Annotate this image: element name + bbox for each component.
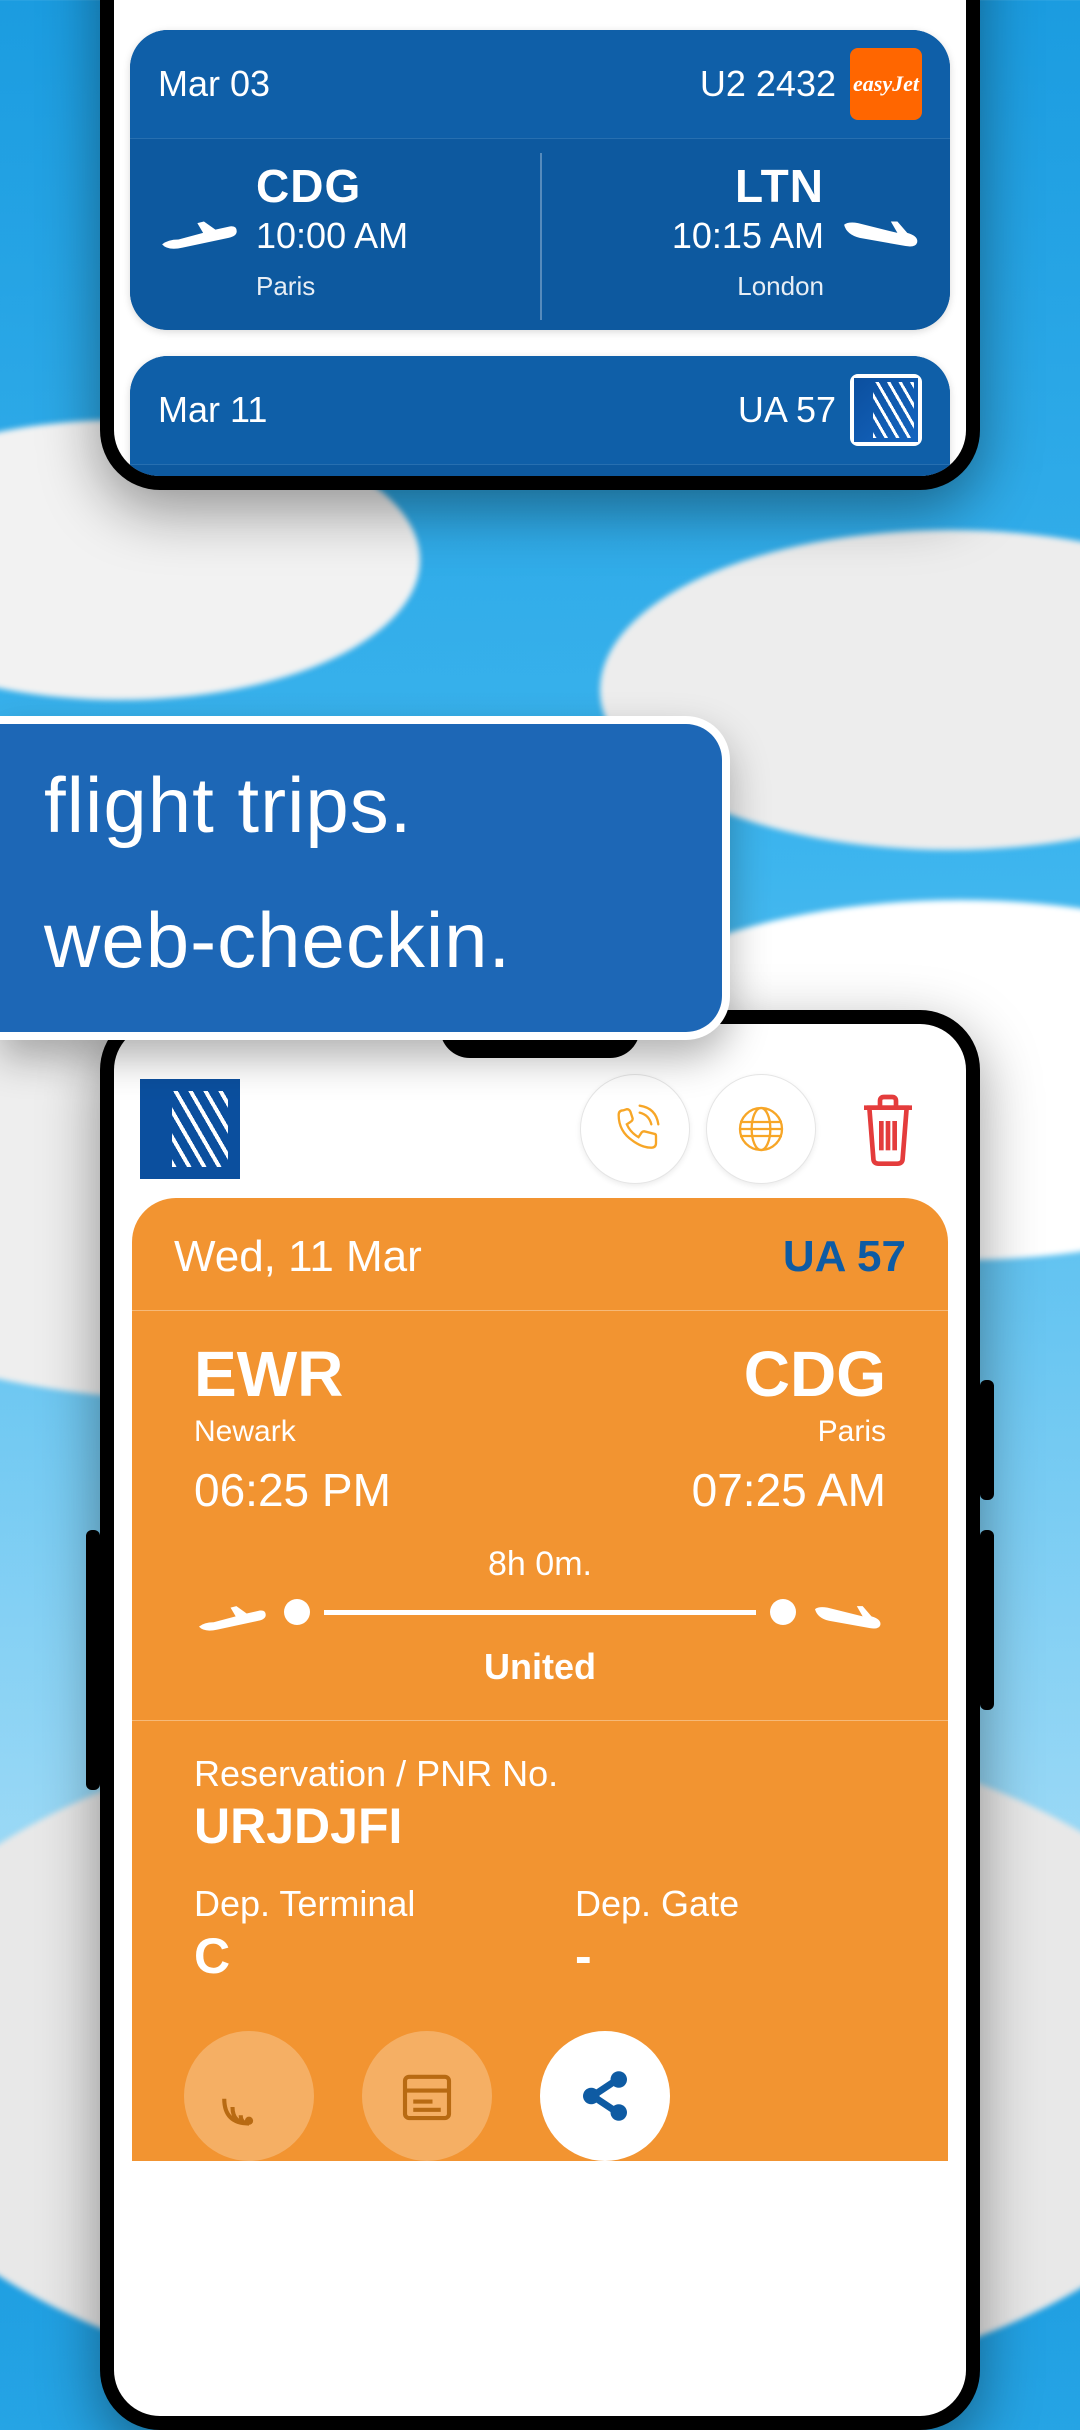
flight-card[interactable]: Mar 03 U2 2432 easyJet CDG 10:00 AM <box>130 30 950 330</box>
united-logo <box>850 374 922 446</box>
flight-detail-card: Wed, 11 Mar UA 57 EWR Newark 06:25 PM CD… <box>132 1198 948 2161</box>
detail-date: Wed, 11 Mar <box>174 1232 422 1282</box>
call-button[interactable] <box>580 1074 690 1184</box>
flight-number: U2 2432 <box>700 63 836 105</box>
easyjet-logo: easyJet <box>850 48 922 120</box>
plane-landing-icon <box>810 1590 886 1634</box>
detail-toolbar <box>132 1068 948 1194</box>
pnr-label: Reservation / PNR No. <box>194 1753 886 1795</box>
radar-button[interactable] <box>184 2031 314 2161</box>
detail-dep-time: 06:25 PM <box>194 1463 391 1517</box>
phone-frame-top: Mar 03 U2 2432 easyJet CDG 10:00 AM <box>100 0 980 490</box>
detail-flight-number: UA 57 <box>783 1232 906 1282</box>
arr-code: LTN <box>672 159 824 213</box>
dep-code: CDG <box>256 159 408 213</box>
airline-logo <box>140 1079 240 1179</box>
detail-airline: United <box>484 1646 596 1688</box>
detail-arr-city: Paris <box>692 1415 886 1449</box>
dep-city: Paris <box>256 271 408 302</box>
pnr-value: URJDJFI <box>194 1797 886 1855</box>
plane-takeoff-icon <box>194 1590 270 1634</box>
boarding-pass-button[interactable] <box>362 2031 492 2161</box>
flight-card[interactable]: Mar 11 UA 57 EWR 06:25 PM Ne <box>130 356 950 476</box>
arr-time: 10:15 AM <box>672 215 824 257</box>
web-button[interactable] <box>706 1074 816 1184</box>
delete-button[interactable] <box>852 1091 924 1167</box>
phone-frame-bottom: Wed, 11 Mar UA 57 EWR Newark 06:25 PM CD… <box>100 1010 980 2430</box>
dep-terminal-label: Dep. Terminal <box>194 1883 505 1925</box>
detail-arr-time: 07:25 AM <box>692 1463 886 1517</box>
promo-line-2: web-checkin. <box>44 895 682 986</box>
dep-time: 10:00 AM <box>256 215 408 257</box>
plane-takeoff-icon <box>158 203 240 258</box>
promo-bubble: flight trips. web-checkin. <box>0 716 730 1040</box>
flight-progress-track <box>194 1590 886 1634</box>
arr-city: London <box>672 271 824 302</box>
detail-dep-city: Newark <box>194 1415 391 1449</box>
flight-number: UA 57 <box>738 389 836 431</box>
detail-duration: 8h 0m. <box>488 1545 592 1584</box>
detail-dep-code: EWR <box>194 1337 391 1411</box>
flight-date: Mar 11 <box>158 389 267 431</box>
promo-line-1: flight trips. <box>44 760 682 851</box>
dep-terminal-value: C <box>194 1927 505 1985</box>
plane-landing-icon <box>840 203 922 258</box>
dep-gate-label: Dep. Gate <box>575 1883 886 1925</box>
flight-date: Mar 03 <box>158 63 270 105</box>
share-button[interactable] <box>540 2031 670 2161</box>
detail-arr-code: CDG <box>692 1337 886 1411</box>
dep-gate-value: - <box>575 1927 886 1985</box>
